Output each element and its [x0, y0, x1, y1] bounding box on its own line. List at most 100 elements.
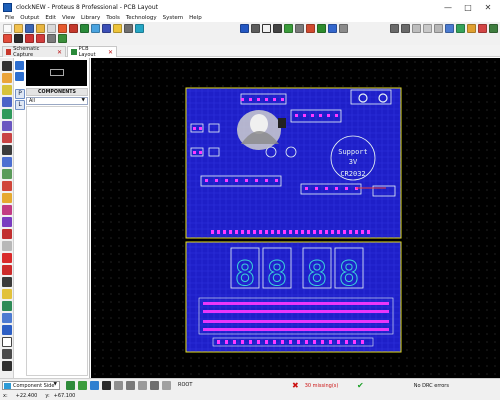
component-mode-icon[interactable]	[2, 73, 12, 83]
component-filter-select[interactable]: All ▼	[26, 97, 88, 105]
design-rules-icon[interactable]	[36, 34, 45, 43]
open-folder-icon[interactable]	[14, 24, 23, 33]
refresh-icon[interactable]	[240, 24, 249, 33]
menu-technology[interactable]: Technology	[123, 14, 160, 22]
copy-icon[interactable]	[423, 24, 432, 33]
square-pad-icon[interactable]	[2, 169, 12, 179]
menu-view[interactable]: View	[59, 14, 78, 22]
track-mode-icon[interactable]	[2, 97, 12, 107]
line-tool-icon[interactable]	[2, 277, 12, 287]
components-list[interactable]	[26, 106, 88, 376]
pause-icon[interactable]	[90, 381, 99, 390]
tab-pcb-layout[interactable]: PCB Layout ✕	[67, 46, 117, 58]
zoom-out-icon[interactable]	[317, 24, 326, 33]
bom-icon[interactable]	[113, 24, 122, 33]
package-mode-icon[interactable]	[2, 85, 12, 95]
zoom-in-icon[interactable]	[306, 24, 315, 33]
2d-graphics-icon[interactable]	[2, 265, 12, 275]
close-button[interactable]: ✕	[478, 0, 498, 14]
undo-icon[interactable]	[390, 24, 399, 33]
measure-tool-icon[interactable]	[2, 361, 12, 371]
arc-tool-icon[interactable]	[2, 313, 12, 323]
bga-pad-icon[interactable]	[2, 217, 12, 227]
dimension-icon[interactable]	[2, 241, 12, 251]
menu-tools[interactable]: Tools	[103, 14, 123, 22]
marker-icon[interactable]	[2, 253, 12, 263]
overview-window[interactable]	[26, 60, 87, 86]
circle-tool-icon[interactable]	[2, 301, 12, 311]
pan-icon[interactable]	[284, 24, 293, 33]
via-mode-icon[interactable]	[2, 109, 12, 119]
zoom-area-icon[interactable]	[339, 24, 348, 33]
save-icon[interactable]	[25, 24, 34, 33]
layer-selector[interactable]: Component Side ▼	[2, 381, 60, 390]
grid-icon[interactable]	[262, 24, 271, 33]
menu-system[interactable]: System	[160, 14, 187, 22]
step-icon[interactable]	[78, 381, 87, 390]
paste-icon[interactable]	[434, 24, 443, 33]
help-icon[interactable]	[135, 24, 144, 33]
design-explorer-icon[interactable]	[124, 24, 133, 33]
mitre-icon[interactable]	[162, 381, 171, 390]
schematic-icon[interactable]	[69, 24, 78, 33]
tab-schematic-capture[interactable]: Schematic Capture ✕	[2, 46, 66, 58]
symbol-tool-icon[interactable]	[2, 349, 12, 359]
block-delete-icon[interactable]	[478, 24, 487, 33]
neck-style-icon[interactable]	[150, 381, 159, 390]
close-project-icon[interactable]	[47, 24, 56, 33]
zoom-all-icon[interactable]	[328, 24, 337, 33]
autorouter-icon[interactable]	[14, 34, 23, 43]
drc-status[interactable]: ✔ No DRC errors	[357, 381, 449, 390]
autoplacer-icon[interactable]	[3, 34, 12, 43]
block-copy-icon[interactable]	[445, 24, 454, 33]
text-tool-icon[interactable]	[2, 337, 12, 347]
route-icon[interactable]	[114, 381, 123, 390]
missing-connections[interactable]: ✖ 30 missing(s)	[292, 381, 338, 390]
zone-mode-icon[interactable]	[2, 121, 12, 131]
menu-file[interactable]: File	[2, 14, 17, 22]
play-icon[interactable]	[66, 381, 75, 390]
rotate-cw-icon[interactable]	[15, 61, 24, 70]
block-rotate-icon[interactable]	[467, 24, 476, 33]
close-tab-icon[interactable]: ✕	[57, 49, 62, 56]
import-icon[interactable]	[36, 24, 45, 33]
track-style-icon[interactable]	[126, 381, 135, 390]
padstack-icon[interactable]	[2, 229, 12, 239]
menu-output[interactable]: Output	[17, 14, 42, 22]
redo-icon[interactable]	[401, 24, 410, 33]
close-tab-icon[interactable]: ✕	[108, 49, 113, 56]
selection-mode-icon[interactable]	[2, 61, 12, 71]
maximize-button[interactable]: □	[458, 0, 478, 14]
home-icon[interactable]	[58, 24, 67, 33]
pcb-editing-canvas[interactable]: Support 3V CR2032 8 8 8 8	[91, 58, 500, 378]
box-tool-icon[interactable]	[2, 289, 12, 299]
stop-icon[interactable]	[102, 381, 111, 390]
new-file-icon[interactable]	[3, 24, 12, 33]
power-plane-icon[interactable]	[58, 34, 67, 43]
minimize-button[interactable]: —	[438, 0, 458, 14]
pick-device-icon[interactable]	[489, 24, 498, 33]
netlist-icon[interactable]	[47, 34, 56, 43]
connectivity-icon[interactable]	[2, 145, 12, 155]
library-manager-button[interactable]: L	[15, 100, 25, 110]
3d-viewer-icon[interactable]	[91, 24, 100, 33]
gerber-icon[interactable]	[102, 24, 111, 33]
origin-icon[interactable]	[273, 24, 282, 33]
ratsnest-mode-icon[interactable]	[2, 133, 12, 143]
search-tag-icon[interactable]	[25, 34, 34, 43]
block-move-icon[interactable]	[456, 24, 465, 33]
dil-pad-icon[interactable]	[2, 181, 12, 191]
layers-icon[interactable]	[251, 24, 260, 33]
edge-pad-icon[interactable]	[2, 193, 12, 203]
menu-edit[interactable]: Edit	[42, 14, 59, 22]
smt-pad-icon[interactable]	[2, 205, 12, 215]
menu-library[interactable]: Library	[78, 14, 103, 22]
rotate-ccw-icon[interactable]	[15, 72, 24, 81]
pick-parts-button[interactable]: P	[15, 89, 25, 99]
path-tool-icon[interactable]	[2, 325, 12, 335]
round-pad-icon[interactable]	[2, 157, 12, 167]
pcb-icon[interactable]	[80, 24, 89, 33]
menu-help[interactable]: Help	[186, 14, 205, 22]
crosshair-icon[interactable]	[295, 24, 304, 33]
via-style-icon[interactable]	[138, 381, 147, 390]
